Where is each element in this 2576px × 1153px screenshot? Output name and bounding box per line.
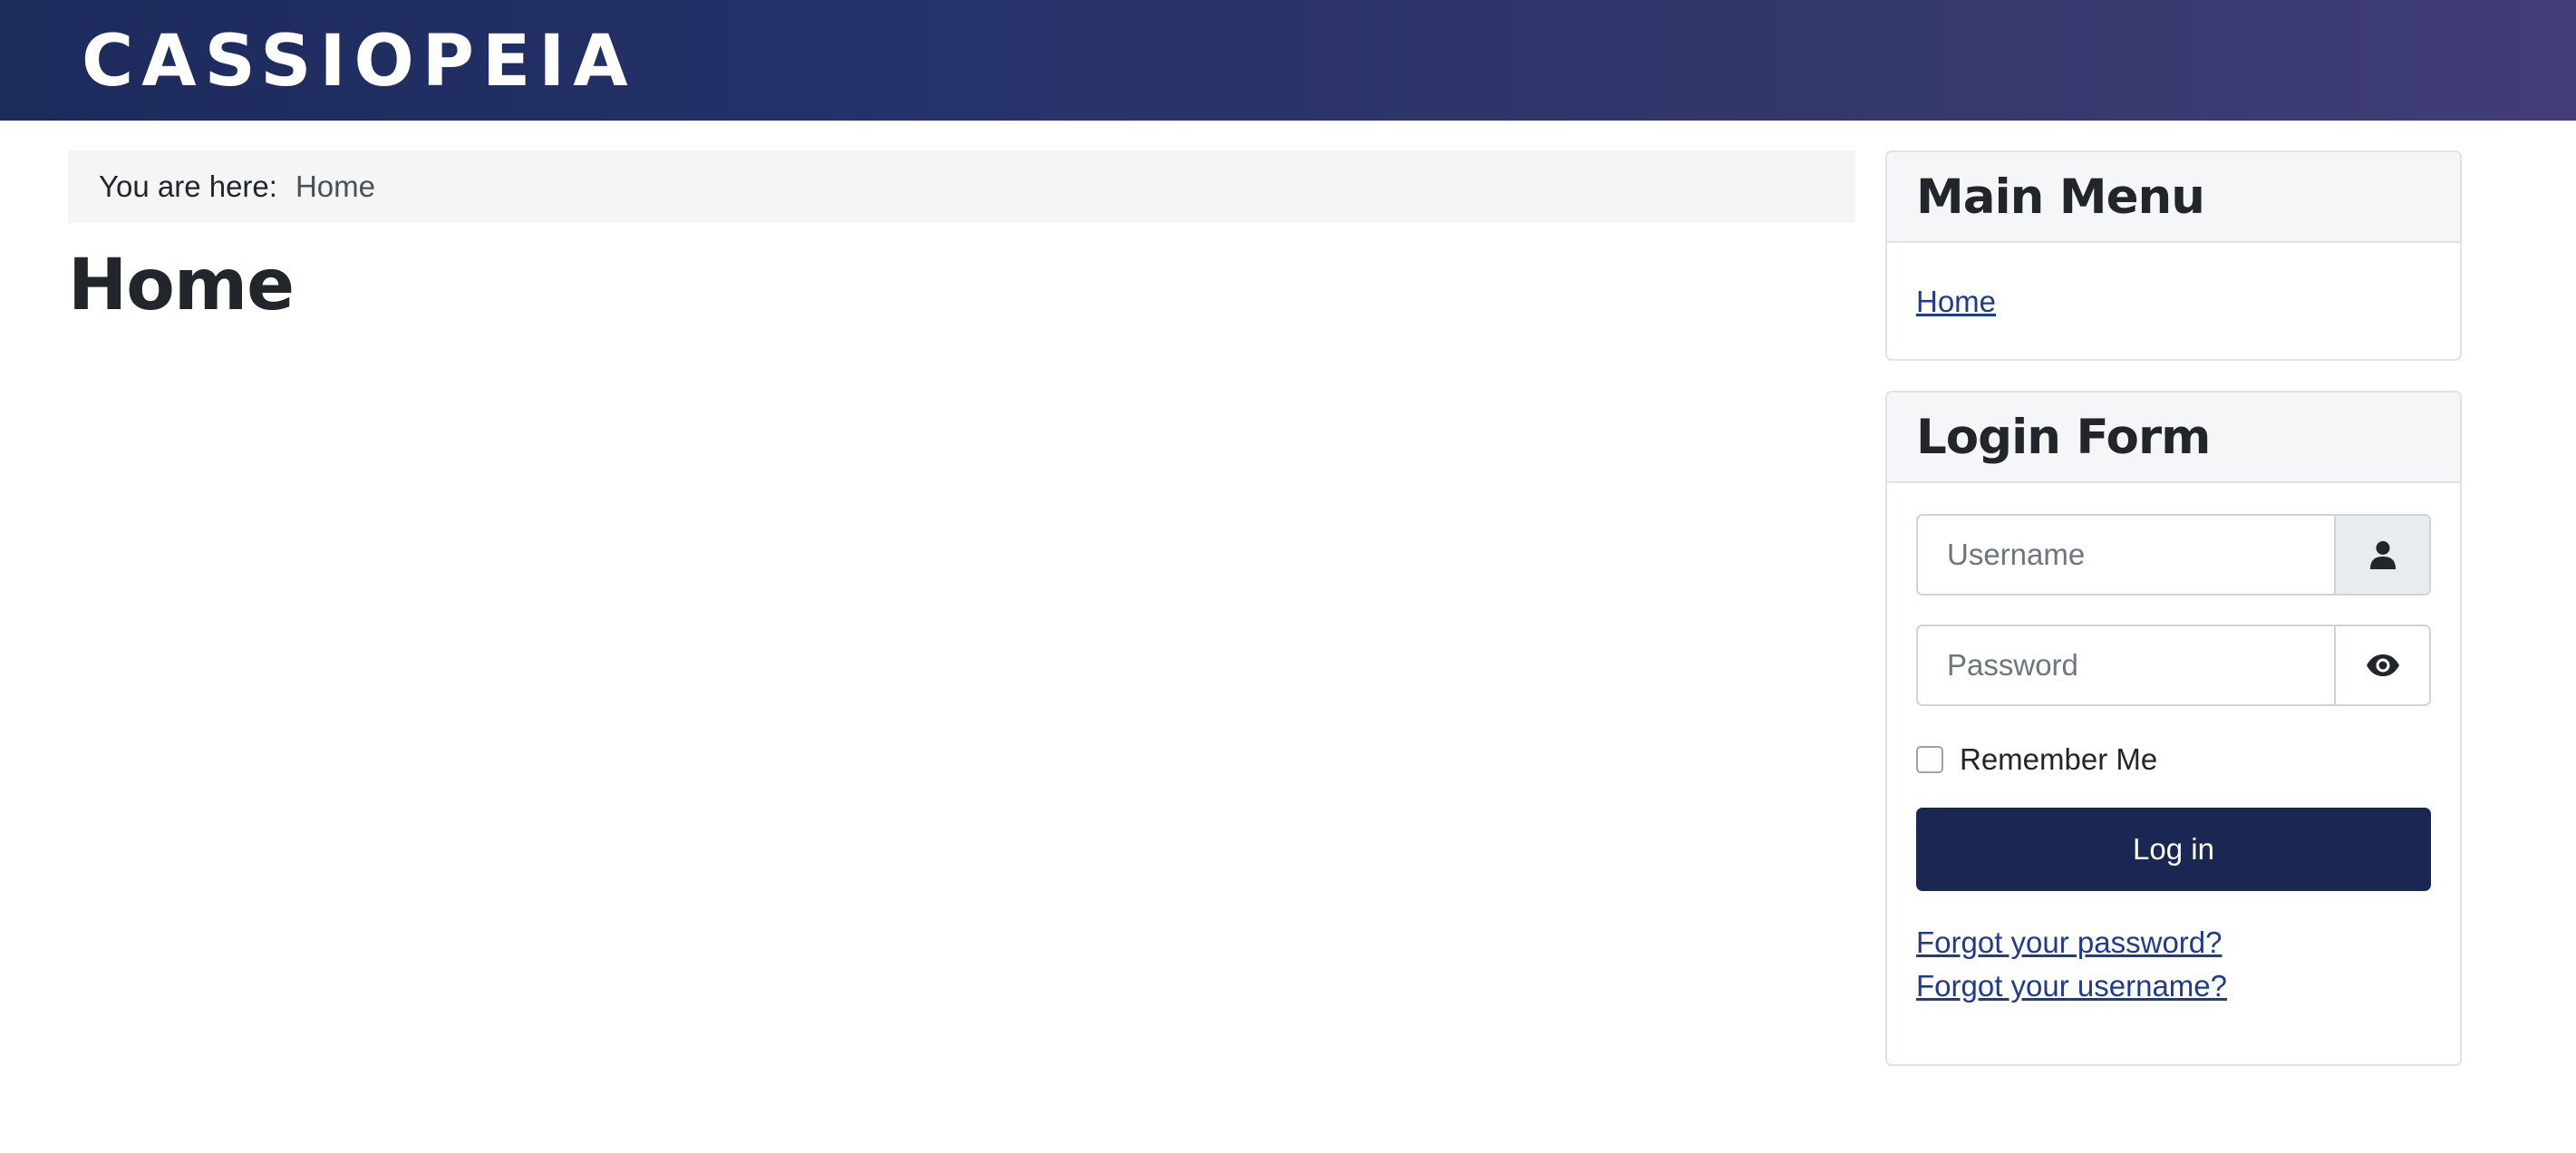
page-title: Home xyxy=(68,245,295,326)
forgot-username-link[interactable]: Forgot your username? xyxy=(1916,969,2227,1003)
breadcrumb: You are here: Home xyxy=(68,150,1855,223)
site-brand-logo[interactable]: CASSIOPEIA xyxy=(82,16,636,107)
forgot-password-link[interactable]: Forgot your password? xyxy=(1916,925,2223,960)
username-input[interactable] xyxy=(1918,516,2334,594)
breadcrumb-prefix: You are here: xyxy=(99,170,277,203)
remember-me-label: Remember Me xyxy=(1960,742,2158,776)
login-button[interactable]: Log in xyxy=(1916,808,2431,891)
login-form-module: Login Form Remember Me Log in Forgot you… xyxy=(1885,391,2462,1066)
password-input-group xyxy=(1916,625,2431,706)
main-menu-module: Main Menu Home xyxy=(1885,150,2462,361)
main-menu-title: Main Menu xyxy=(1887,152,2460,243)
remember-me[interactable]: Remember Me xyxy=(1916,742,2157,777)
menu-item-home[interactable]: Home xyxy=(1916,285,1996,319)
user-icon xyxy=(2334,516,2429,594)
password-input[interactable] xyxy=(1918,626,2334,704)
remember-me-checkbox[interactable] xyxy=(1916,746,1943,773)
eye-icon[interactable] xyxy=(2334,626,2429,704)
breadcrumb-current: Home xyxy=(295,170,375,203)
username-input-group xyxy=(1916,514,2431,596)
site-header: CASSIOPEIA xyxy=(0,0,2576,121)
login-form-title: Login Form xyxy=(1887,392,2460,483)
